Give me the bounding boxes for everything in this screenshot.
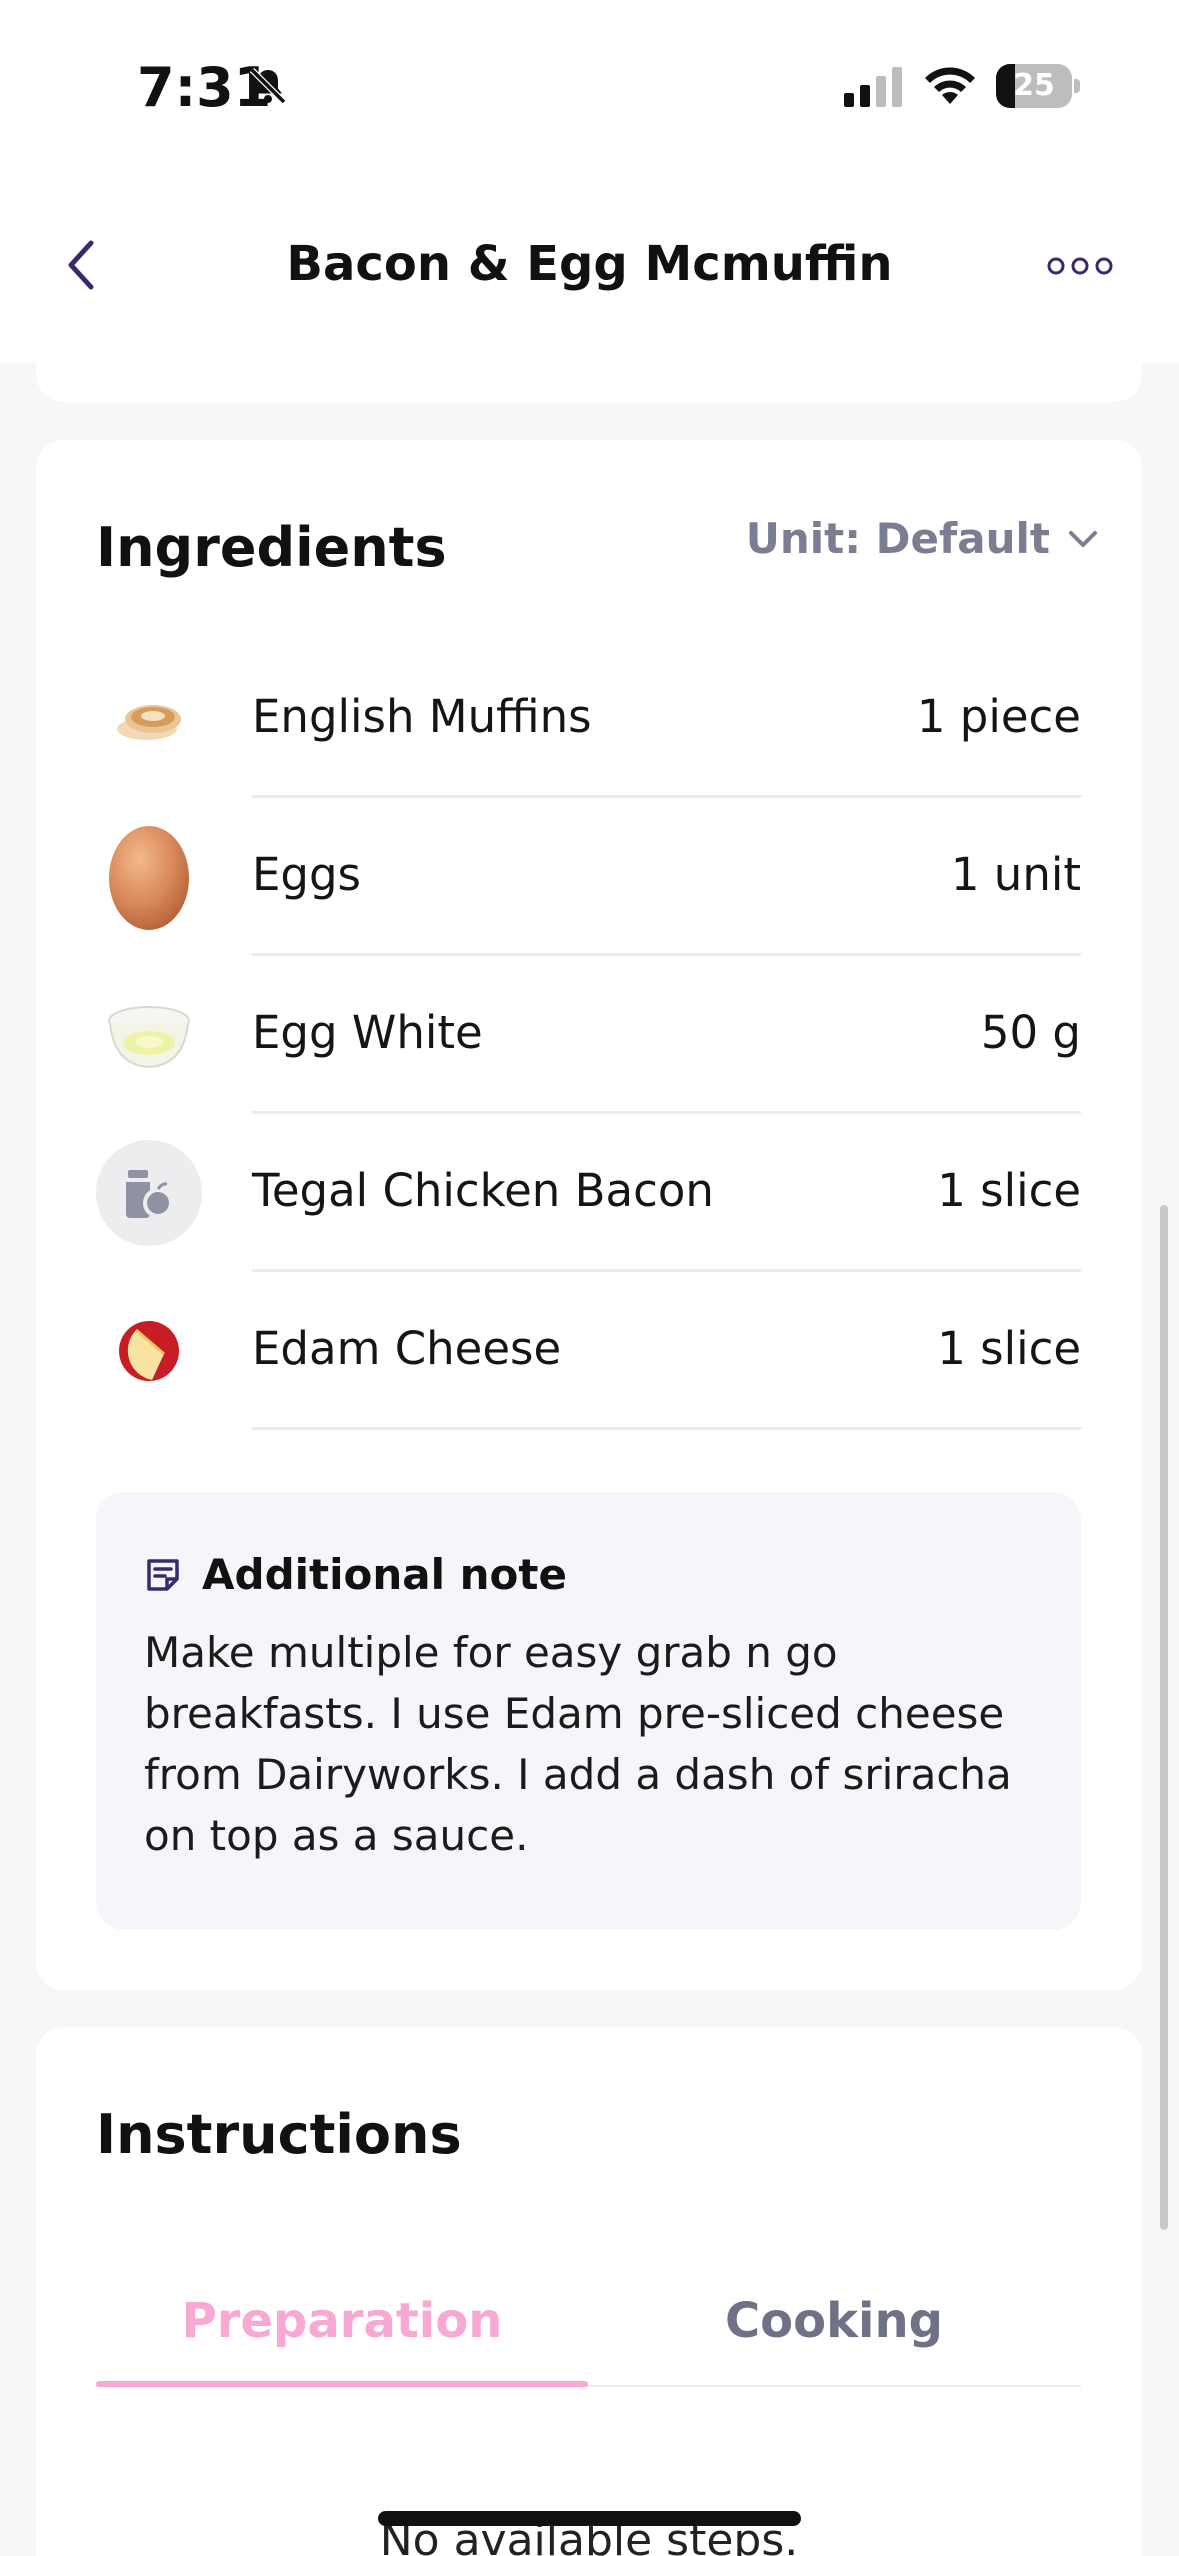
ingredients-title: Ingredients (96, 516, 447, 579)
ingredient-quantity: 1 unit (950, 848, 1081, 901)
unit-selector[interactable]: Unit: Default (746, 514, 1098, 563)
additional-note: Additional note Make multiple for easy g… (96, 1492, 1081, 1930)
note-text: Make multiple for easy grab n go breakfa… (144, 1628, 1012, 1860)
tab-label: Preparation (181, 2293, 503, 2349)
row-divider (252, 1427, 1081, 1430)
ingredient-name: English Muffins (252, 690, 592, 743)
status-bar: 7:31 25 (0, 0, 1179, 170)
back-button[interactable] (46, 230, 116, 300)
previous-card (36, 300, 1142, 402)
recipe-screen: 7:31 25 Bacon & Egg Mcmuffin Ingredients… (0, 0, 1179, 2556)
unit-label: Unit: Default (745, 514, 1050, 563)
more-horizontal-icon (1047, 257, 1113, 275)
ingredient-row[interactable]: Eggs 1 unit (96, 798, 1081, 956)
battery-icon: 25 (996, 64, 1080, 108)
note-icon (147, 1558, 179, 1591)
instruction-tabs: Preparation Cooking (96, 2257, 1081, 2387)
note-title: Additional note (202, 1550, 567, 1599)
ingredient-list: English Muffins 1 piece Eggs 1 unit Egg … (96, 640, 1081, 1430)
ingredient-name: Eggs (252, 848, 362, 901)
chevron-left-icon (68, 240, 94, 290)
chevron-down-icon (1069, 530, 1097, 547)
ingredient-name: Edam Cheese (252, 1322, 562, 1375)
instructions-title: Instructions (96, 2103, 462, 2166)
active-tab-indicator (96, 2381, 588, 2387)
instructions-card: Instructions Preparation Cooking No avai… (36, 2027, 1142, 2556)
ingredient-quantity: 1 slice (937, 1164, 1081, 1217)
more-options-button[interactable] (1040, 236, 1120, 296)
signal-icon (844, 67, 902, 107)
ingredient-quantity: 1 slice (937, 1322, 1081, 1375)
egg-icon (96, 824, 202, 930)
ingredients-card: Ingredients Unit: Default English Muffin… (36, 440, 1142, 1990)
battery-cap (1074, 79, 1080, 93)
ingredient-name: Egg White (252, 1006, 483, 1059)
english-muffin-icon (96, 666, 202, 772)
generic-food-icon (96, 1140, 202, 1246)
tab-cooking[interactable]: Cooking (588, 2257, 1080, 2387)
ingredient-row[interactable]: Egg White 50 g (96, 956, 1081, 1114)
tab-preparation[interactable]: Preparation (96, 2257, 588, 2387)
ingredient-quantity: 1 piece (916, 690, 1081, 743)
ingredient-row[interactable]: Tegal Chicken Bacon 1 slice (96, 1114, 1081, 1272)
egg-white-bowl-icon (96, 982, 202, 1088)
ingredient-row[interactable]: English Muffins 1 piece (96, 640, 1081, 798)
bell-slash-icon (249, 67, 287, 105)
home-indicator[interactable] (378, 2511, 801, 2526)
ingredient-quantity: 50 g (980, 1006, 1081, 1059)
ingredient-name: Tegal Chicken Bacon (252, 1164, 714, 1217)
tab-label: Cooking (724, 2293, 944, 2349)
edam-cheese-icon (96, 1298, 202, 1404)
ingredient-row[interactable]: Edam Cheese 1 slice (96, 1272, 1081, 1430)
wifi-icon (925, 67, 975, 104)
scrollbar[interactable] (1160, 1205, 1168, 2230)
note-header: Additional note (144, 1550, 567, 1599)
battery-percent: 25 (1013, 68, 1055, 103)
page-title: Bacon & Egg Mcmuffin (286, 236, 893, 292)
